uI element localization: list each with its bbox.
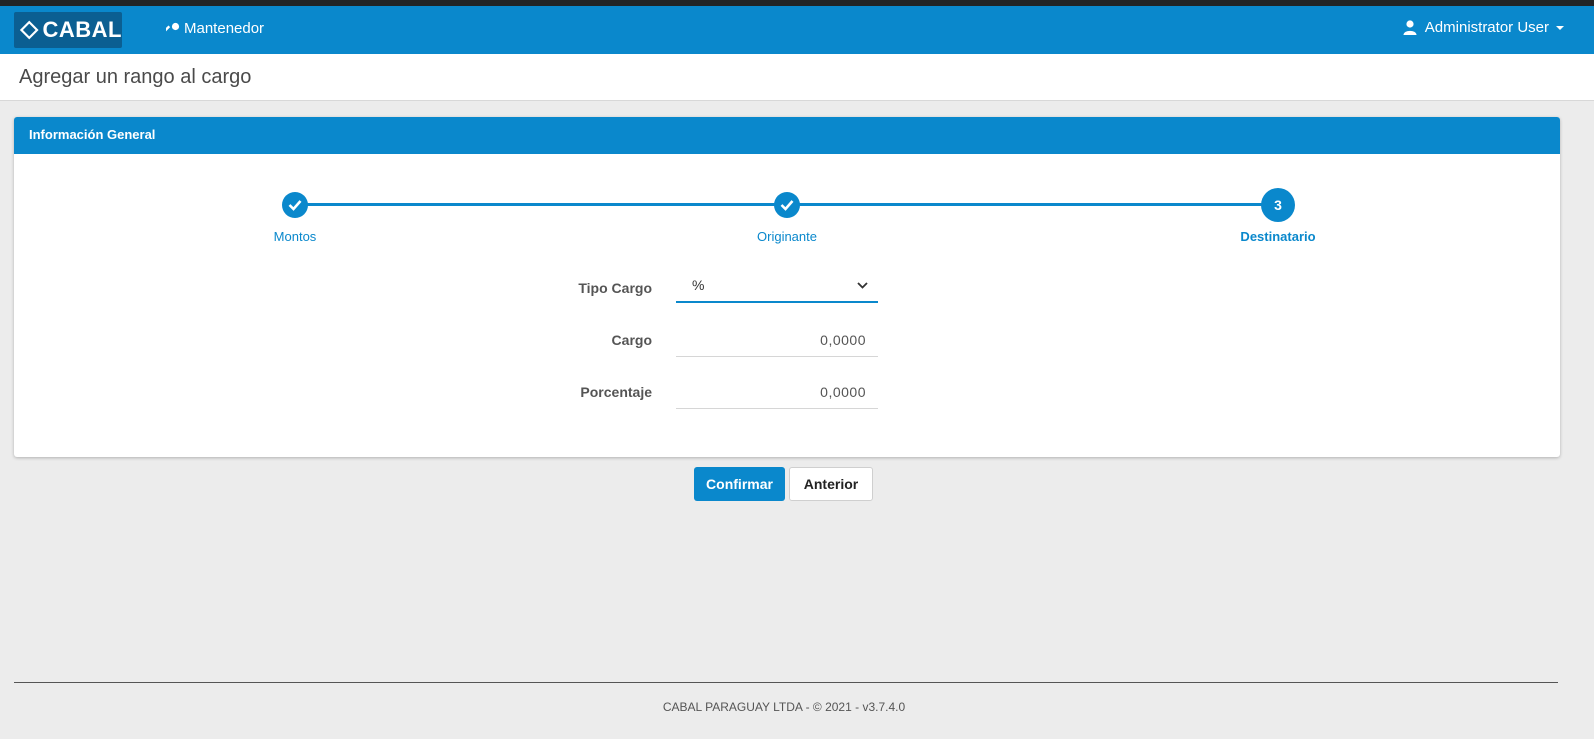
tipo-cargo-select[interactable]: % <box>676 269 878 303</box>
caret-down-icon <box>1556 25 1564 30</box>
tipo-cargo-value: % <box>692 277 705 293</box>
wizard-connector-2 <box>787 203 1279 206</box>
wizard-step-2-circle[interactable] <box>774 192 800 218</box>
wizard-step-2-label[interactable]: Originante <box>757 229 817 244</box>
nav-item-mantenedor[interactable]: Mantenedor <box>166 20 264 37</box>
brand-name: CABAL <box>42 17 122 42</box>
nav-item-label: Mantenedor <box>184 20 265 37</box>
confirm-button[interactable]: Confirmar <box>694 467 785 501</box>
wizard-step-1-label[interactable]: Montos <box>274 229 317 244</box>
wizard-step-3-number: 3 <box>1274 197 1282 213</box>
footer-divider <box>14 682 1558 683</box>
user-menu[interactable]: Administrator User <box>1403 19 1564 36</box>
user-name: Administrator User <box>1424 19 1549 36</box>
cargo-label: Cargo <box>611 332 652 348</box>
porcentaje-input[interactable]: 0,0000 <box>676 375 878 409</box>
panel-title: Información General <box>14 117 1560 154</box>
wizard-connector-1 <box>295 203 787 206</box>
check-icon <box>780 200 794 211</box>
page-header: Agregar un rango al cargo <box>0 54 1594 101</box>
porcentaje-label: Porcentaje <box>580 384 652 400</box>
cabal-diamond-logo-icon <box>20 20 39 40</box>
top-navbar: CABAL Mantenedor Administrator User <box>0 6 1594 54</box>
user-icon <box>1403 20 1417 35</box>
check-icon <box>288 200 302 211</box>
footer-copyright: CABAL PARAGUAY LTDA - © 2021 - v3.7.4.0 <box>662 700 906 714</box>
wizard-step-3-label[interactable]: Destinatario <box>1240 229 1315 244</box>
brand-logo[interactable]: CABAL <box>14 12 122 48</box>
previous-button[interactable]: Anterior <box>789 467 873 501</box>
chevron-down-icon <box>857 281 868 289</box>
wizard-step-1-circle[interactable] <box>282 192 308 218</box>
wizard-step-3-circle[interactable]: 3 <box>1261 188 1295 222</box>
page-title: Agregar un rango al cargo <box>19 66 252 88</box>
info-general-panel: Información General 3 Montos Originante … <box>14 117 1560 457</box>
cargo-input[interactable]: 0,0000 <box>676 323 878 357</box>
key-icon <box>166 22 180 32</box>
tipo-cargo-label: Tipo Cargo <box>578 280 652 296</box>
